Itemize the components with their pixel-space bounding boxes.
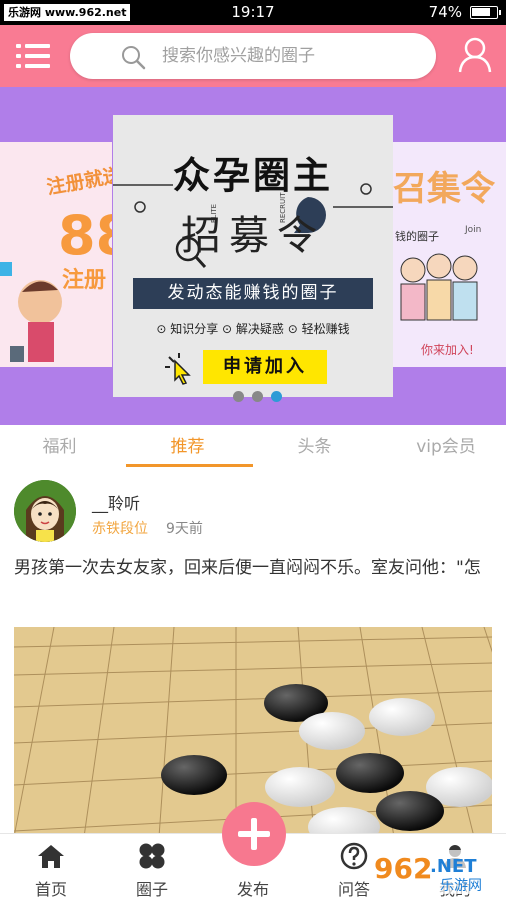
banner-carousel[interactable]: 注册就送 88 注册 众孕圈主 ELITE RECRUIT 招募令 发动态能赚钱… (0, 87, 506, 425)
nav-circles[interactable]: 圈子 (102, 834, 202, 900)
site-watermark-logo: 962 .NET 乐游网 (370, 850, 502, 894)
banner-tagline: 发动态能赚钱的圈子 (133, 278, 373, 309)
nav-publish-label: 发布 (236, 880, 269, 899)
menu-icon[interactable] (16, 42, 50, 70)
banner-features: ⊙ 知识分享 ⊙ 解决疑惑 ⊙ 轻松赚钱 (156, 322, 350, 336)
tab-welfare[interactable]: 福利 (22, 433, 97, 461)
tab-headlines[interactable]: 头条 (277, 433, 352, 461)
home-icon (38, 845, 64, 868)
post-time: 9天前 (166, 521, 203, 537)
banner-slide-center[interactable]: 众孕圈主 ELITE RECRUIT 招募令 发动态能赚钱的圈子 ⊙ 知识分享 … (113, 115, 393, 397)
banner-slide-right[interactable]: 召集令 Join 钱的圈子 你来加入! (393, 142, 506, 367)
battery-icon (470, 6, 501, 19)
status-bar: 乐游网 www.962.net 19:17 74% (0, 0, 506, 25)
right-slide-sub: 钱的圈子 (395, 229, 439, 243)
right-slide-art: 召集令 Join 钱的圈子 你来加入! (393, 169, 496, 357)
carousel-dots (233, 391, 283, 403)
svg-text:88: 88 (58, 204, 112, 267)
nav-circles-label: 圈子 (135, 880, 168, 899)
publish-fab-button[interactable] (222, 802, 286, 866)
nav-home-label: 首页 (34, 880, 67, 899)
circles-icon (139, 843, 165, 869)
battery-percent: 74% (428, 3, 462, 21)
app-header (0, 25, 506, 87)
right-slide-join: Join (464, 225, 481, 235)
nav-home[interactable]: 首页 (1, 834, 101, 900)
carousel-dot-active[interactable] (271, 391, 282, 402)
tab-indicator (126, 464, 253, 467)
profile-icon[interactable] (458, 37, 492, 73)
author-name[interactable]: __聆听 (92, 490, 140, 514)
search-bar[interactable] (70, 33, 436, 79)
right-slide-title: 召集令 (393, 169, 496, 209)
apply-join-button[interactable]: 申请加入 (203, 350, 327, 384)
author-avatar[interactable] (14, 480, 76, 542)
tab-vip[interactable]: vip会员 (396, 433, 496, 461)
svg-text:注册: 注册 (62, 267, 106, 293)
left-slide-art: 注册就送 88 注册 (0, 163, 112, 362)
svg-text:注册就送: 注册就送 (45, 163, 112, 199)
watermark-number: 962 (374, 852, 432, 885)
search-input[interactable] (162, 44, 412, 68)
feed-tabs: 福利 推荐 头条 vip会员 (0, 425, 506, 469)
search-icon (122, 46, 146, 70)
right-slide-cta: 你来加入! (421, 343, 474, 357)
watermark-name: 乐游网 (440, 878, 482, 894)
cursor-icon (165, 353, 191, 385)
watermark-suffix: .NET (430, 856, 477, 877)
post-text[interactable]: 男孩第一次去女友家，回来后便一直闷闷不乐。室友问他："怎 (14, 553, 498, 583)
banner-slide-left[interactable]: 注册就送 88 注册 (0, 142, 112, 367)
carousel-dot[interactable] (233, 391, 244, 402)
tab-recommend[interactable]: 推荐 (150, 433, 225, 461)
banner-recruit: 招募令 (181, 213, 325, 259)
author-rank: 赤铁段位 (92, 521, 148, 537)
carousel-dot[interactable] (252, 391, 263, 402)
question-icon (340, 842, 368, 870)
